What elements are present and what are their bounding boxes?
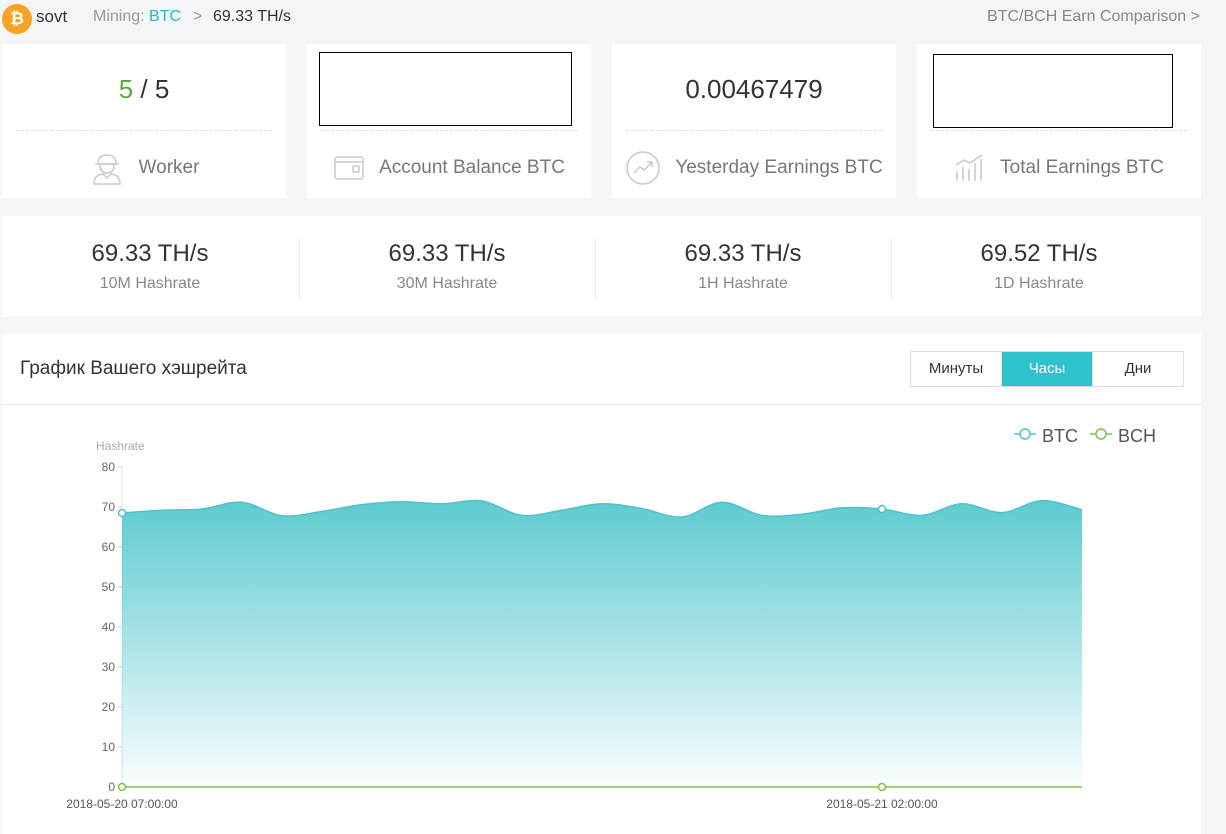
hashrate-value: 69.33 TH/s	[684, 240, 802, 267]
hashrate-label: 1H Hashrate	[698, 275, 788, 292]
y-tick-label: 70	[102, 500, 116, 514]
balance-label-row: Account Balance BTC	[307, 148, 591, 188]
card-divider	[626, 130, 882, 131]
account-balance-card[interactable]: Account Balance BTC	[307, 44, 591, 198]
worker-card[interactable]: 5 / 5 Worker	[2, 44, 286, 198]
x-axis: 2018-05-20 07:00:00 2018-05-21 02:00:00	[66, 797, 938, 811]
hashrate-value: 69.52 TH/s	[980, 240, 1098, 267]
y-tick-label: 20	[102, 700, 116, 714]
total-earnings-card[interactable]: Total Earnings BTC	[917, 44, 1201, 198]
hashrate-1h: 69.33 TH/s 1H Hashrate	[596, 216, 890, 317]
btc-point	[877, 504, 887, 514]
card-divider	[321, 130, 577, 131]
trend-icon	[626, 151, 661, 185]
x-tick-label: 2018-05-21 02:00:00	[826, 797, 938, 811]
hashrate-label: 10M Hashrate	[99, 275, 201, 292]
y-tick-label: 10	[102, 740, 116, 754]
legend-label: BCH	[1118, 426, 1156, 446]
series-layer	[117, 499, 1083, 792]
yesterday-label: Yesterday Earnings BTC	[675, 157, 883, 178]
chart-legend[interactable]: BTC BCH	[1014, 426, 1156, 446]
y-tick-label: 50	[102, 580, 116, 594]
coin-link[interactable]: BTC	[149, 8, 181, 25]
total-redacted-box	[933, 54, 1173, 128]
btc-area	[122, 500, 1082, 787]
total-label-row: Total Earnings BTC	[917, 148, 1201, 188]
bitcoin-icon: ₿	[2, 4, 32, 34]
legend-marker-dot	[1019, 428, 1031, 440]
earn-comparison-link[interactable]: BTC/BCH Earn Comparison >	[987, 8, 1200, 26]
y-tick-label: 40	[102, 620, 116, 634]
y-tick-label: 30	[102, 660, 116, 674]
chevron-right-icon: >	[193, 8, 203, 25]
hashrate-30m: 69.33 TH/s 30M Hashrate	[300, 216, 594, 317]
yesterday-earnings-card[interactable]: 0.00467479 Yesterday Earnings BTC	[612, 44, 896, 198]
balance-redacted-box	[319, 52, 572, 126]
legend-label: BTC	[1042, 426, 1078, 446]
legend-marker-dot	[1095, 428, 1107, 440]
worker-sep: /	[133, 74, 155, 104]
hashrate-chart: Hashrate 0 10 20 30 40 50 60 70 80 2018-05-20 07…	[66, 426, 1156, 811]
hashrate-summary: 69.33 TH/s 10M Hashrate 69.33 TH/s 30M H…	[2, 216, 1201, 317]
total-label: Total Earnings BTC	[1000, 157, 1164, 178]
bch-point	[877, 782, 887, 792]
yesterday-earnings-value: 0.00467479	[685, 74, 823, 104]
y-tick-label: 60	[102, 540, 116, 554]
hashrate-chart-panel: График Вашего хэшрейта Минуты Часы Дни H…	[2, 334, 1201, 834]
wallet-icon	[334, 156, 364, 180]
mining-label: Mining:	[93, 8, 150, 25]
bch-point	[117, 782, 127, 792]
worker-label: Worker	[138, 157, 200, 178]
worker-count: 5 / 5	[2, 74, 286, 105]
btc-point	[117, 508, 127, 518]
card-divider	[931, 130, 1187, 131]
current-hashrate: 69.33 TH/s	[213, 8, 291, 25]
hashrate-value: 69.33 TH/s	[388, 240, 506, 267]
worker-total: 5	[154, 74, 170, 104]
bar-chart-icon	[955, 154, 983, 181]
yesterday-label-row: Yesterday Earnings BTC	[612, 148, 896, 188]
hashrate-label: 1D Hashrate	[994, 275, 1084, 292]
hashrate-10m: 69.33 TH/s 10M Hashrate	[2, 216, 298, 317]
worker-icon	[92, 154, 121, 185]
card-divider	[16, 130, 272, 131]
worker-label-row: Worker	[2, 148, 286, 188]
y-tick-label: 0	[108, 780, 115, 794]
top-header: ₿ sovt Mining: BTC > 69.33 TH/s BTC/BCH …	[0, 0, 1226, 36]
balance-label: Account Balance BTC	[379, 157, 565, 178]
hashrate-value: 69.33 TH/s	[91, 240, 209, 267]
y-tick-label: 80	[102, 460, 116, 474]
worker-active: 5	[118, 74, 134, 104]
y-axis-label: Hashrate	[96, 439, 145, 453]
hashrate-label: 30M Hashrate	[396, 275, 498, 292]
x-tick-label: 2018-05-20 07:00:00	[66, 797, 178, 811]
hashrate-1d: 69.52 TH/s 1D Hashrate	[892, 216, 1186, 317]
account-name[interactable]: sovt	[36, 7, 67, 27]
breadcrumb-mining: Mining: BTC	[93, 8, 181, 26]
